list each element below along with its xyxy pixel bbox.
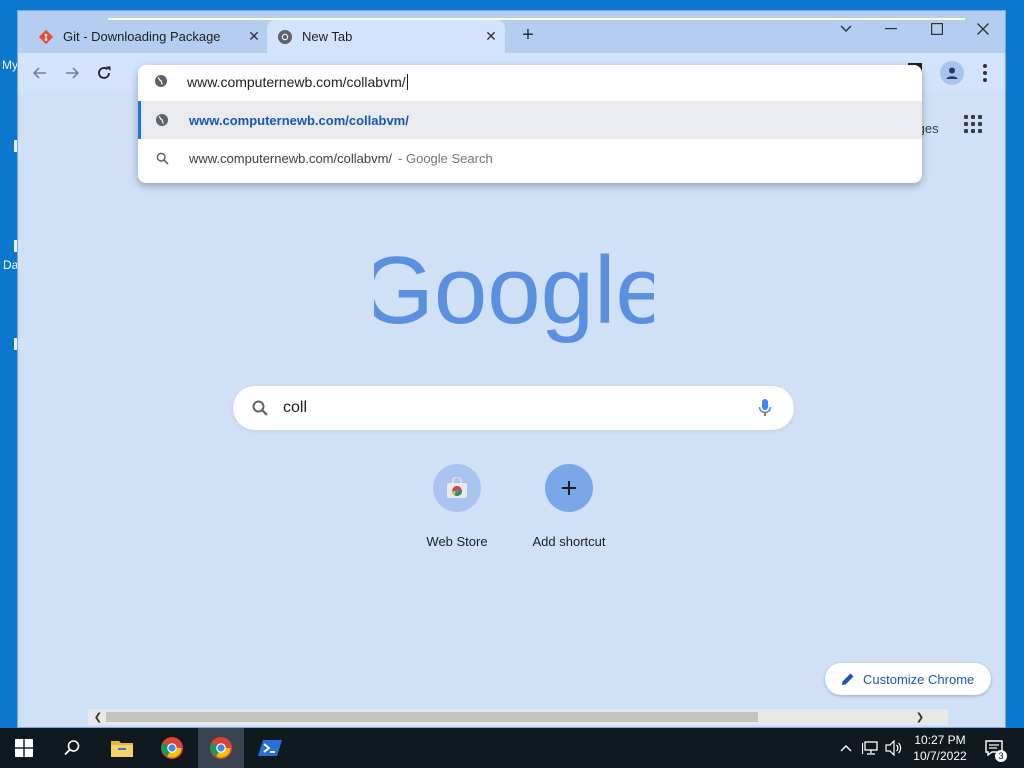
network-icon[interactable] (860, 728, 882, 768)
suggestion-text: www.computernewb.com/collabvm/ (189, 150, 393, 166)
close-tab-icon[interactable]: ✕ (244, 28, 264, 45)
shortcut-label: Add shortcut (532, 534, 606, 549)
google-logo-text: Google (374, 243, 654, 343)
forward-button[interactable] (60, 61, 84, 85)
globe-icon (154, 113, 170, 127)
search-button[interactable] (48, 728, 96, 768)
taskbar: 10:27 PM 10/7/2022 3 (0, 728, 1024, 768)
desktop-icon-label[interactable]: My (2, 58, 18, 72)
microphone-icon[interactable] (758, 398, 772, 418)
back-button[interactable] (28, 61, 52, 85)
chrome-menu-icon[interactable] (978, 61, 992, 85)
address-bar[interactable]: www.computernewb.com/collabvm/ (138, 65, 922, 99)
tab-new-tab[interactable]: New Tab ✕ (267, 20, 505, 53)
action-center-icon[interactable] (980, 728, 1008, 768)
web-store-icon (433, 464, 481, 512)
start-button[interactable] (0, 728, 48, 768)
omnibox-suggestion[interactable]: www.computernewb.com/collabvm/ - Google … (138, 139, 922, 177)
omnibox-suggestion[interactable]: www.computernewb.com/collabvm/ (138, 101, 922, 139)
powershell-icon[interactable] (246, 728, 294, 768)
tab-title: New Tab (302, 29, 353, 44)
reload-button[interactable] (92, 61, 116, 85)
search-icon (251, 399, 269, 417)
clock-time: 10:27 PM (914, 733, 966, 747)
git-icon (38, 29, 54, 45)
shortcut-add[interactable]: Add shortcut (513, 464, 625, 549)
chrome-window: Git - Downloading Package ✕ New Tab ✕ + (17, 10, 1006, 728)
omnibox-dropdown: www.computernewb.com/collabvm/ www.compu… (138, 65, 922, 183)
shortcut-web-store[interactable]: Web Store (401, 464, 513, 549)
customize-label: Customize Chrome (863, 671, 975, 687)
profile-avatar-icon[interactable] (940, 61, 964, 85)
clock-date: 10/7/2022 (913, 749, 967, 763)
customize-chrome-button[interactable]: Customize Chrome (825, 663, 991, 695)
google-logo: Google (374, 243, 654, 343)
chrome-icon (277, 29, 293, 45)
globe-icon (154, 74, 168, 91)
minimize-button[interactable] (868, 15, 914, 43)
new-tab-page: Images Google coll Web Store (18, 91, 1005, 725)
close-tab-icon[interactable]: ✕ (481, 28, 501, 45)
notification-count-badge: 3 (995, 750, 1007, 762)
scroll-left-arrow-icon[interactable]: ❮ (90, 709, 106, 725)
text-caret (406, 74, 408, 90)
address-text[interactable]: www.computernewb.com/collabvm/ (187, 74, 406, 90)
tab-strip: Git - Downloading Package ✕ New Tab ✕ + (18, 11, 1005, 53)
google-apps-icon[interactable] (964, 115, 982, 133)
chrome-taskbar-icon[interactable] (148, 728, 196, 768)
file-explorer-icon[interactable] (98, 728, 146, 768)
horizontal-scrollbar[interactable]: ❮ ❯ (88, 709, 948, 725)
plus-icon (545, 464, 593, 512)
search-icon (64, 740, 80, 756)
new-tab-button[interactable]: + (518, 25, 538, 45)
tab-search-chevron-icon[interactable] (823, 15, 869, 43)
tab-git-downloading[interactable]: Git - Downloading Package ✕ (28, 20, 268, 53)
suggestion-text: www.computernewb.com/collabvm/ (189, 112, 409, 128)
chrome-active-taskbar-icon[interactable] (198, 728, 244, 768)
search-query[interactable]: coll (283, 399, 758, 417)
maximize-button[interactable] (914, 15, 960, 43)
shortcut-label: Web Store (426, 534, 488, 549)
suggestion-suffix: - Google Search (398, 150, 493, 166)
volume-icon[interactable] (883, 728, 905, 768)
tray-chevron-up-icon[interactable] (836, 728, 856, 768)
scrollbar-thumb[interactable] (106, 712, 758, 722)
close-window-button[interactable] (960, 15, 1005, 43)
search-icon (154, 152, 170, 165)
tab-title: Git - Downloading Package (63, 29, 221, 44)
search-box[interactable]: coll (233, 386, 794, 430)
clock[interactable]: 10:27 PM 10/7/2022 (905, 732, 975, 764)
windows-icon (15, 739, 33, 757)
scroll-right-arrow-icon[interactable]: ❯ (912, 709, 928, 725)
pencil-icon (841, 672, 855, 686)
